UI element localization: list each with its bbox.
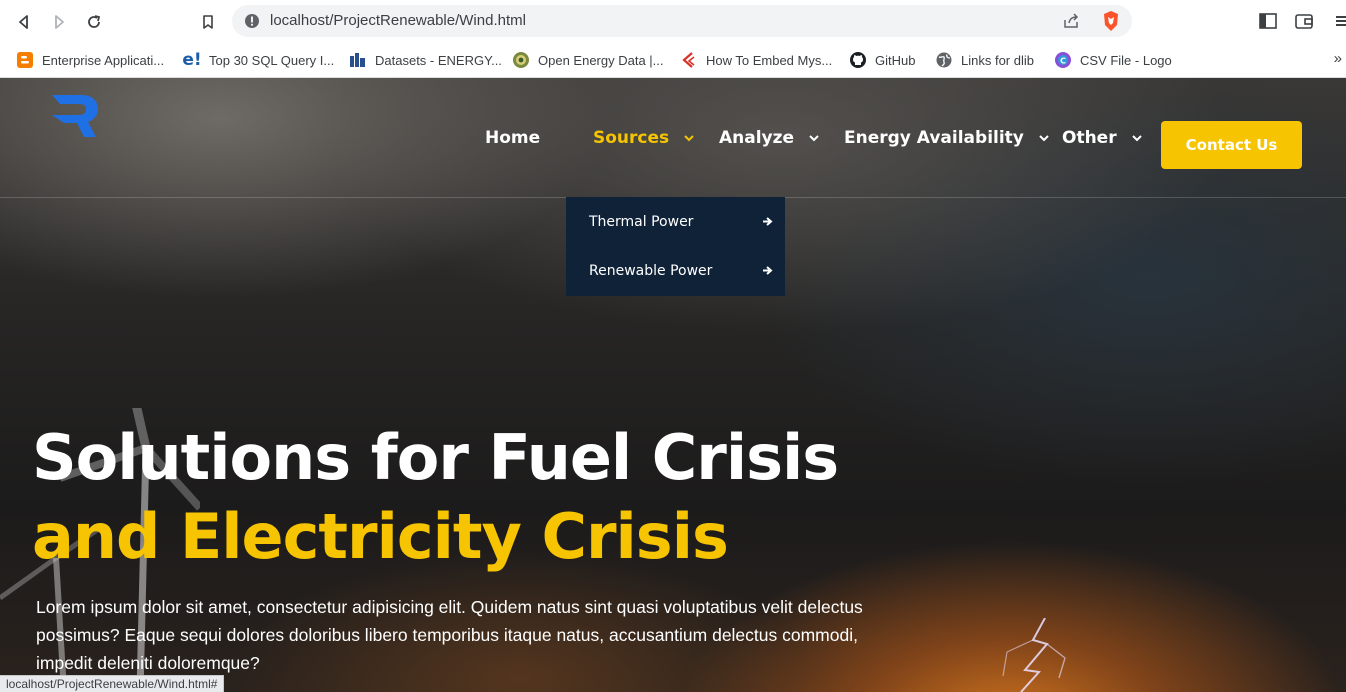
nav-other-label: Other — [1062, 128, 1117, 148]
svg-text:C: C — [1060, 57, 1066, 66]
dropdown-item-label: Thermal Power — [589, 213, 694, 230]
github-icon — [849, 51, 867, 69]
energy-data-icon — [349, 51, 367, 69]
open-energy-icon — [512, 51, 530, 69]
nav-sources-label: Sources — [593, 128, 670, 148]
forward-button[interactable] — [45, 8, 73, 36]
bookmark-label: Links for dlib — [961, 52, 1034, 68]
nav-sources[interactable]: Sources — [593, 125, 695, 151]
bookmark-item[interactable]: C CSV File - Logo — [1054, 49, 1172, 71]
hero-headline-line1: Solutions for Fuel Crisis — [32, 421, 839, 494]
bookmark-item[interactable]: Links for dlib — [935, 49, 1034, 71]
bookmark-page-button[interactable] — [194, 8, 222, 36]
tutorial-site-icon — [680, 51, 698, 69]
bookmark-item[interactable]: e! Top 30 SQL Query I... — [182, 49, 335, 71]
reload-icon — [88, 15, 101, 28]
reload-button[interactable] — [80, 8, 108, 36]
bookmark-item[interactable]: GitHub — [849, 49, 915, 71]
dropdown-item-thermal-power[interactable]: Thermal Power — [566, 197, 785, 246]
dropdown-item-renewable-power[interactable]: Renewable Power — [566, 246, 785, 295]
nav-other[interactable]: Other — [1062, 125, 1143, 151]
more-bookmarks-button[interactable]: » — [1334, 50, 1342, 67]
chevron-down-icon — [1039, 135, 1049, 142]
blogger-icon — [16, 51, 34, 69]
nav-energy-availability-label: Energy Availability — [844, 128, 1024, 148]
bookmarks-bar: Enterprise Applicati... e! Top 30 SQL Qu… — [0, 42, 1346, 78]
bookmark-label: CSV File - Logo — [1080, 52, 1172, 68]
menu-icon[interactable] — [1332, 11, 1346, 31]
bookmark-item[interactable]: How To Embed Mys... — [680, 49, 832, 71]
nav-analyze-label: Analyze — [719, 128, 795, 148]
arrow-right-icon — [763, 266, 773, 275]
bookmark-label: Open Energy Data |... — [538, 52, 664, 68]
chevron-down-icon — [1131, 135, 1142, 142]
address-bar[interactable]: localhost/ProjectRenewable/Wind.html — [232, 5, 1132, 37]
csv-logo-icon: C — [1054, 51, 1072, 69]
bookmark-icon — [203, 15, 213, 29]
hero-description: Lorem ipsum dolor sit amet, consectetur … — [36, 597, 863, 673]
bookmark-item[interactable]: Enterprise Applicati... — [16, 49, 164, 71]
wallet-icon[interactable] — [1294, 11, 1314, 31]
browser-toolbar: localhost/ProjectRenewable/Wind.html — [0, 0, 1346, 42]
sidebar-toggle-icon[interactable] — [1258, 11, 1278, 31]
nav-energy-availability[interactable]: Energy Availability — [844, 125, 1050, 151]
brave-shield-icon[interactable] — [1100, 10, 1122, 32]
nav-analyze[interactable]: Analyze — [719, 125, 820, 151]
globe-icon — [935, 51, 953, 69]
nav-home-label: Home — [485, 128, 541, 148]
bookmark-label: Top 30 SQL Query I... — [209, 52, 335, 68]
contact-us-button[interactable]: Contact Us — [1161, 121, 1302, 169]
dropdown-item-label: Renewable Power — [589, 262, 713, 279]
bookmark-item[interactable]: Open Energy Data |... — [512, 49, 664, 71]
back-arrow-icon — [19, 15, 28, 29]
hero-headline-line2: and Electricity Crisis — [32, 500, 729, 573]
bookmark-label: Datasets - ENERGY... — [375, 52, 502, 68]
sources-dropdown-menu: Thermal Power Renewable Power — [566, 197, 785, 296]
chevron-down-icon — [684, 135, 694, 142]
bookmark-item[interactable]: Datasets - ENERGY... — [349, 49, 502, 71]
address-url[interactable]: localhost/ProjectRenewable/Wind.html — [270, 12, 526, 29]
share-icon[interactable] — [1062, 12, 1080, 30]
bookmark-label: Enterprise Applicati... — [42, 52, 165, 68]
lightning-image — [1002, 618, 1066, 692]
bookmark-label: GitHub — [875, 52, 916, 68]
edureka-icon: e! — [182, 50, 202, 70]
chevron-down-icon — [809, 135, 819, 142]
back-button[interactable] — [10, 8, 38, 36]
arrow-right-icon — [763, 217, 773, 226]
link-status-bar: localhost/ProjectRenewable/Wind.html# — [0, 675, 225, 692]
nav-home[interactable]: Home — [485, 125, 540, 151]
hero-section: Home Sources Analyze Energy Availability… — [0, 78, 1346, 692]
bookmark-label: How To Embed Mys... — [706, 52, 833, 68]
site-logo[interactable] — [50, 93, 100, 139]
forward-arrow-icon — [55, 15, 64, 29]
info-icon[interactable] — [244, 13, 260, 29]
